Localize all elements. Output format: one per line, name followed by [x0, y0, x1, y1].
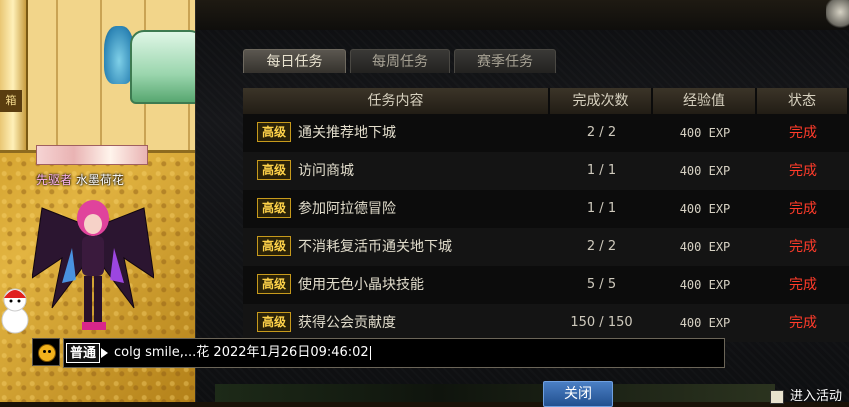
task-cell: 高级 访问商城: [243, 152, 550, 190]
grade-badge: 高级: [257, 160, 291, 180]
grade-badge: 高级: [257, 312, 291, 332]
panel-header-band: [196, 0, 849, 30]
task-name: 不消耗复活币通关地下城: [298, 239, 452, 255]
snowman-npc[interactable]: [0, 284, 30, 334]
grade-badge: 高级: [257, 122, 291, 142]
wall-column: [0, 0, 28, 150]
table-row[interactable]: 高级 通关推荐地下城 2 / 2 400 EXP 完成: [243, 114, 849, 152]
column-header-task: 任务内容: [243, 88, 550, 114]
emoji-button[interactable]: [32, 338, 60, 366]
column-header-count: 完成次数: [550, 88, 653, 114]
table-row[interactable]: 高级 访问商城 1 / 1 400 EXP 完成: [243, 152, 849, 190]
table-row[interactable]: 高级 参加阿拉德冒险 1 / 1 400 EXP 完成: [243, 190, 849, 228]
task-count: 2 / 2: [550, 228, 653, 266]
task-name: 参加阿拉德冒险: [298, 201, 396, 217]
task-tabs: 每日任务 每周任务 赛季任务: [243, 49, 556, 73]
player-nameplate: 先驱者 水墨荷花: [36, 171, 124, 188]
table-header: 任务内容 完成次数 经验值 状态: [243, 88, 849, 114]
task-exp: 400 EXP: [653, 228, 757, 266]
task-count: 1 / 1: [550, 152, 653, 190]
task-status: 完成: [757, 152, 849, 190]
task-count: 150 / 150: [550, 304, 653, 342]
table-row[interactable]: 高级 使用无色小晶块技能 5 / 5 400 EXP 完成: [243, 266, 849, 304]
bottom-skill-strip: [215, 384, 775, 402]
player-hp-portrait: [36, 145, 148, 165]
chat-input-text: colg smile,...花 2022年1月26日09:46:02: [114, 339, 371, 367]
player-character[interactable]: [32, 188, 154, 334]
sofa: [130, 30, 204, 104]
task-exp: 400 EXP: [653, 304, 757, 342]
task-name: 使用无色小晶块技能: [298, 277, 424, 293]
text-caret: [369, 345, 371, 360]
column-header-exp: 经验值: [653, 88, 757, 114]
panel-corner-ornament: [826, 0, 849, 30]
task-status: 完成: [757, 190, 849, 228]
shop-sign: 箱: [0, 90, 22, 112]
task-name: 获得公会贡献度: [298, 315, 396, 331]
enter-event-button[interactable]: 进入活动: [770, 385, 842, 404]
task-exp: 400 EXP: [653, 266, 757, 304]
task-exp: 400 EXP: [653, 190, 757, 228]
task-status: 完成: [757, 266, 849, 304]
task-status: 完成: [757, 304, 849, 342]
tab-daily-tasks[interactable]: 每日任务: [243, 49, 346, 73]
task-name: 访问商城: [298, 163, 354, 179]
grade-badge: 高级: [257, 198, 291, 218]
close-button[interactable]: 关闭: [543, 381, 613, 407]
grade-badge: 高级: [257, 274, 291, 294]
task-name: 通关推荐地下城: [298, 125, 396, 141]
chat-channel-selector[interactable]: 普通: [66, 343, 100, 363]
event-icon: [770, 389, 784, 404]
tab-weekly-tasks[interactable]: 每周任务: [350, 49, 450, 73]
task-rows: 高级 通关推荐地下城 2 / 2 400 EXP 完成 高级 访问商城 1 / 1 …: [243, 114, 849, 354]
player-title: 先驱者: [36, 173, 73, 187]
task-cell: 高级 通关推荐地下城: [243, 114, 550, 152]
task-cell: 高级 获得公会贡献度: [243, 304, 550, 342]
chat-message: colg smile,...花 2022年1月26日09:46:02: [114, 345, 369, 360]
table-row[interactable]: 高级 不消耗复活币通关地下城 2 / 2 400 EXP 完成: [243, 228, 849, 266]
task-count: 1 / 1: [550, 190, 653, 228]
task-status: 完成: [757, 114, 849, 152]
task-exp: 400 EXP: [653, 114, 757, 152]
smiley-icon: [38, 344, 56, 362]
grade-badge: 高级: [257, 236, 291, 256]
task-count: 2 / 2: [550, 114, 653, 152]
column-header-status: 状态: [757, 88, 849, 114]
channel-arrow-icon: [101, 348, 108, 358]
player-name: 水墨荷花: [75, 173, 124, 187]
task-count: 5 / 5: [550, 266, 653, 304]
task-cell: 高级 不消耗复活币通关地下城: [243, 228, 550, 266]
tab-season-tasks[interactable]: 赛季任务: [454, 49, 556, 73]
table-row[interactable]: 高级 获得公会贡献度 150 / 150 400 EXP 完成: [243, 304, 849, 342]
task-status: 完成: [757, 228, 849, 266]
chat-bar: 普通 colg smile,...花 2022年1月26日09:46:02: [32, 338, 725, 368]
task-exp: 400 EXP: [653, 152, 757, 190]
task-cell: 高级 参加阿拉德冒险: [243, 190, 550, 228]
chat-input[interactable]: 普通 colg smile,...花 2022年1月26日09:46:02: [63, 338, 725, 368]
task-table: 任务内容 完成次数 经验值 状态 高级 通关推荐地下城 2 / 2 400 EXP…: [243, 88, 849, 354]
task-cell: 高级 使用无色小晶块技能: [243, 266, 550, 304]
